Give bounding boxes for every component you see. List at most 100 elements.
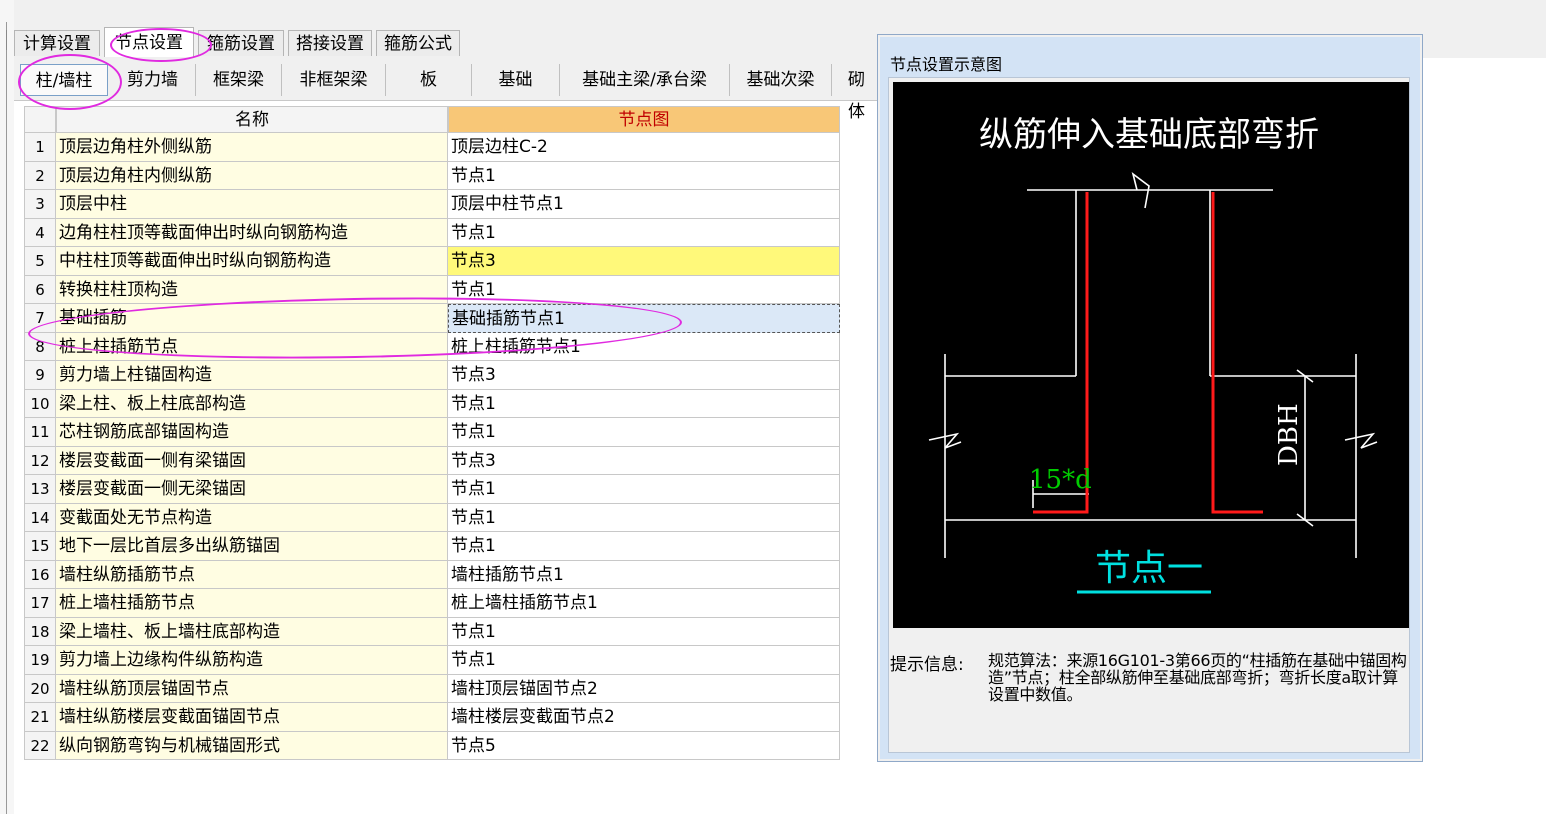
row-node-cell[interactable]: 节点1 xyxy=(448,218,840,247)
table-row[interactable]: 8 桩上柱插筋节点 桩上柱插筋节点1 xyxy=(24,332,840,361)
tab-stirrup-formula[interactable]: 箍筋公式 xyxy=(376,30,460,56)
row-node-cell[interactable]: 节点1 xyxy=(448,646,840,675)
row-node-cell[interactable]: 墙柱顶层锚固节点2 xyxy=(448,674,840,703)
row-name-cell[interactable]: 墙柱纵筋楼层变截面锚固节点 xyxy=(56,703,448,732)
table-row[interactable]: 9 剪力墙上柱锚固构造 节点3 xyxy=(24,361,840,390)
row-node-cell[interactable]: 墙柱插筋节点1 xyxy=(448,560,840,589)
row-node-cell[interactable]: 顶层中柱节点1 xyxy=(448,190,840,219)
table-row[interactable]: 21 墙柱纵筋楼层变截面锚固节点 墙柱楼层变截面节点2 xyxy=(24,703,840,732)
node-diagram-canvas: 纵筋伸入基础底部弯折 15*d DBH 节点一 xyxy=(893,82,1409,628)
row-index: 6 xyxy=(24,275,56,304)
row-name-cell[interactable]: 楼层变截面一侧无梁锚固 xyxy=(56,475,448,504)
row-node-cell[interactable]: 节点5 xyxy=(448,731,840,760)
row-node-cell[interactable]: 节点1 xyxy=(448,503,840,532)
subtab-slab[interactable]: 板 xyxy=(386,64,472,96)
table-row[interactable]: 18 梁上墙柱、板上墙柱底部构造 节点1 xyxy=(24,617,840,646)
table-row[interactable]: 6 转换柱柱顶构造 节点1 xyxy=(24,275,840,304)
header-node-diagram[interactable]: 节点图 xyxy=(448,106,840,133)
subtab-non-frame-beam[interactable]: 非框架梁 xyxy=(282,64,386,96)
table-row[interactable]: 3 顶层中柱 顶层中柱节点1 xyxy=(24,190,840,219)
table-row[interactable]: 17 桩上墙柱插筋节点 桩上墙柱插筋节点1 xyxy=(24,589,840,618)
row-node-cell[interactable]: 节点1 xyxy=(448,161,840,190)
row-node-cell[interactable]: 基础插筋节点1 xyxy=(448,304,840,333)
subtab-foundation-main-beam[interactable]: 基础主梁/承台梁 xyxy=(560,64,730,96)
row-name-cell[interactable]: 基础插筋 xyxy=(56,304,448,333)
row-name-cell[interactable]: 墙柱纵筋顶层锚固节点 xyxy=(56,674,448,703)
row-name-cell[interactable]: 纵向钢筋弯钩与机械锚固形式 xyxy=(56,731,448,760)
row-name-cell[interactable]: 顶层边角柱外侧纵筋 xyxy=(56,133,448,162)
subtab-shear-wall[interactable]: 剪力墙 xyxy=(110,64,196,96)
node-caption: 节点一 xyxy=(1095,548,1203,589)
row-name-cell[interactable]: 梁上柱、板上柱底部构造 xyxy=(56,389,448,418)
table-row[interactable]: 20 墙柱纵筋顶层锚固节点 墙柱顶层锚固节点2 xyxy=(24,674,840,703)
table-row[interactable]: 5 中柱柱顶等截面伸出时纵向钢筋构造 节点3 xyxy=(24,247,840,276)
table-row[interactable]: 16 墙柱纵筋插筋节点 墙柱插筋节点1 xyxy=(24,560,840,589)
row-node-cell[interactable]: 节点1 xyxy=(448,617,840,646)
header-name[interactable]: 名称 xyxy=(56,106,448,133)
table-row[interactable]: 22 纵向钢筋弯钩与机械锚固形式 节点5 xyxy=(24,731,840,760)
table-row[interactable]: 7 基础插筋 基础插筋节点1 xyxy=(24,304,840,333)
table-row[interactable]: 13 楼层变截面一侧无梁锚固 节点1 xyxy=(24,475,840,504)
row-name-cell[interactable]: 变截面处无节点构造 xyxy=(56,503,448,532)
dbh-label: DBH xyxy=(1274,403,1304,466)
row-name-cell[interactable]: 楼层变截面一侧有梁锚固 xyxy=(56,446,448,475)
tab-lap-settings[interactable]: 搭接设置 xyxy=(288,30,372,56)
row-name-cell[interactable]: 转换柱柱顶构造 xyxy=(56,275,448,304)
dialog-title: 节点设置示意图 xyxy=(890,55,1003,74)
row-name-cell[interactable]: 顶层中柱 xyxy=(56,190,448,219)
row-node-cell[interactable]: 顶层边柱C-2 xyxy=(448,133,840,162)
table-row[interactable]: 10 梁上柱、板上柱底部构造 节点1 xyxy=(24,389,840,418)
hint-text: 规范算法：来源16G101-3第66页的“柱插筋在基础中锚固构造”节点；柱全部纵… xyxy=(988,651,1407,704)
row-node-cell[interactable]: 节点1 xyxy=(448,532,840,561)
left-edge-line xyxy=(6,22,7,814)
row-name-cell[interactable]: 梁上墙柱、板上墙柱底部构造 xyxy=(56,617,448,646)
row-name-cell[interactable]: 剪力墙上边缘构件纵筋构造 xyxy=(56,646,448,675)
row-node-cell[interactable]: 桩上柱插筋节点1 xyxy=(448,332,840,361)
tab-stirrup-settings[interactable]: 箍筋设置 xyxy=(198,30,284,56)
row-node-cell[interactable]: 墙柱楼层变截面节点2 xyxy=(448,703,840,732)
row-name-cell[interactable]: 中柱柱顶等截面伸出时纵向钢筋构造 xyxy=(56,247,448,276)
row-node-cell[interactable]: 节点1 xyxy=(448,275,840,304)
row-name-cell[interactable]: 桩上墙柱插筋节点 xyxy=(56,589,448,618)
table-row[interactable]: 15 地下一层比首层多出纵筋锚固 节点1 xyxy=(24,532,840,561)
row-index: 3 xyxy=(24,190,56,219)
row-name-cell[interactable]: 边角柱柱顶等截面伸出时纵向钢筋构造 xyxy=(56,218,448,247)
row-index: 18 xyxy=(24,617,56,646)
table-row[interactable]: 11 芯柱钢筋底部锚固构造 节点1 xyxy=(24,418,840,447)
row-node-cell[interactable]: 节点1 xyxy=(448,418,840,447)
concrete-outline xyxy=(928,172,1378,558)
table-row[interactable]: 14 变截面处无节点构造 节点1 xyxy=(24,503,840,532)
row-node-cell[interactable]: 节点1 xyxy=(448,475,840,504)
row-index: 15 xyxy=(24,532,56,561)
row-name-cell[interactable]: 桩上柱插筋节点 xyxy=(56,332,448,361)
subtab-foundation-secondary-beam[interactable]: 基础次梁 xyxy=(730,64,832,96)
row-name-cell[interactable]: 地下一层比首层多出纵筋锚固 xyxy=(56,532,448,561)
row-index: 10 xyxy=(24,389,56,418)
row-name-cell[interactable]: 顶层边角柱内侧纵筋 xyxy=(56,161,448,190)
subtab-frame-beam[interactable]: 框架梁 xyxy=(196,64,282,96)
row-node-cell[interactable]: 节点3 xyxy=(448,247,840,276)
row-index: 5 xyxy=(24,247,56,276)
subtab-column[interactable]: 柱/墙柱 xyxy=(20,64,108,96)
tab-node-settings[interactable]: 节点设置 xyxy=(104,27,194,57)
row-node-cell[interactable]: 节点3 xyxy=(448,361,840,390)
table-row[interactable]: 19 剪力墙上边缘构件纵筋构造 节点1 xyxy=(24,646,840,675)
row-name-cell[interactable]: 芯柱钢筋底部锚固构造 xyxy=(56,418,448,447)
subtab-foundation[interactable]: 基础 xyxy=(472,64,560,96)
table-row[interactable]: 4 边角柱柱顶等截面伸出时纵向钢筋构造 节点1 xyxy=(24,218,840,247)
table-row[interactable]: 1 顶层边角柱外侧纵筋 顶层边柱C-2 xyxy=(24,133,840,162)
row-index: 14 xyxy=(24,503,56,532)
row-name-cell[interactable]: 剪力墙上柱锚固构造 xyxy=(56,361,448,390)
table-row[interactable]: 12 楼层变截面一侧有梁锚固 节点3 xyxy=(24,446,840,475)
row-index: 1 xyxy=(24,133,56,162)
row-index: 21 xyxy=(24,703,56,732)
row-name-cell[interactable]: 墙柱纵筋插筋节点 xyxy=(56,560,448,589)
tab-calc-settings[interactable]: 计算设置 xyxy=(14,30,100,56)
subtab-masonry[interactable]: 砌体 xyxy=(832,64,878,122)
row-node-cell[interactable]: 节点3 xyxy=(448,446,840,475)
row-index: 7 xyxy=(24,304,56,333)
row-index: 4 xyxy=(24,218,56,247)
row-node-cell[interactable]: 桩上墙柱插筋节点1 xyxy=(448,589,840,618)
table-row[interactable]: 2 顶层边角柱内侧纵筋 节点1 xyxy=(24,161,840,190)
row-node-cell[interactable]: 节点1 xyxy=(448,389,840,418)
